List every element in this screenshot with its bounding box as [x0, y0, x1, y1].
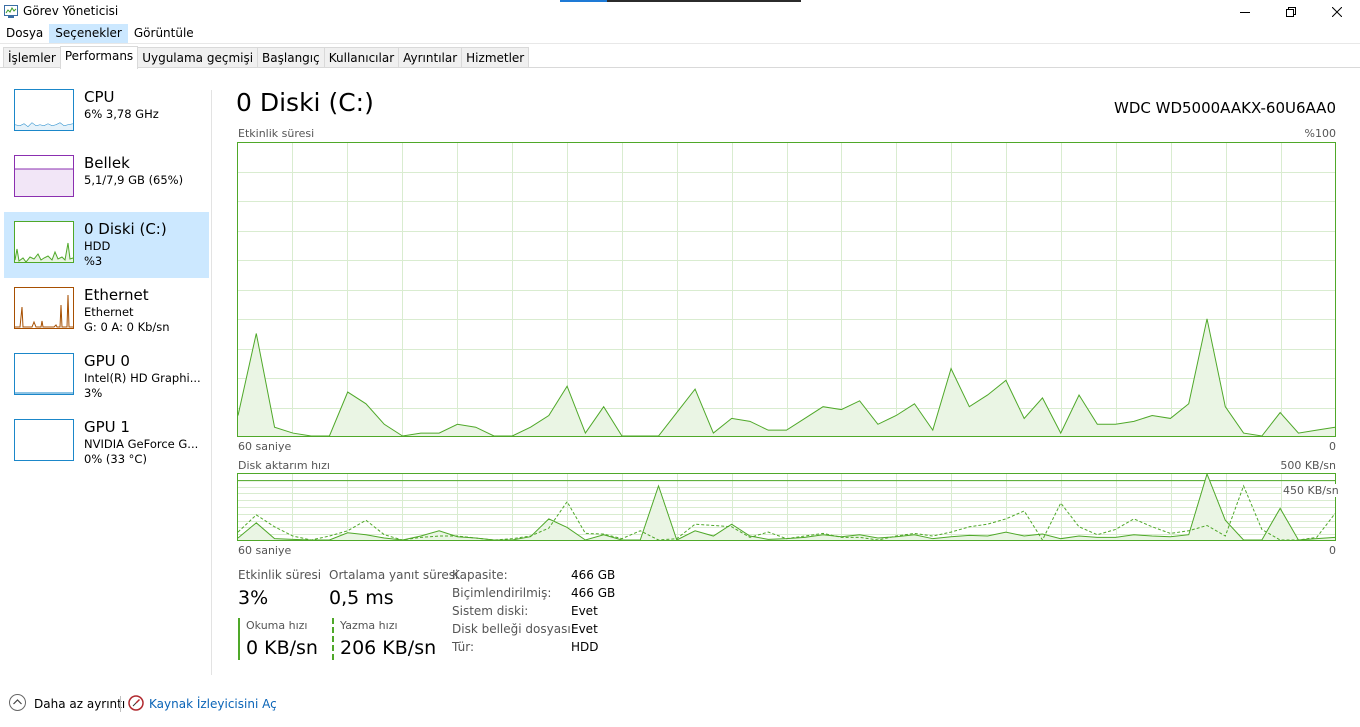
active-time-chart-min: 0	[1329, 440, 1336, 453]
cpu-thumbnail-graph	[14, 89, 74, 131]
write-speed-value: 206 KB/sn	[340, 637, 437, 659]
page-file-value: Evet	[571, 622, 598, 636]
task-manager-icon	[4, 5, 18, 18]
formatted-value: 466 GB	[571, 586, 616, 600]
menu-bar: Dosya Seçenekler Görüntüle	[0, 24, 1360, 44]
transfer-chart-label: Disk aktarım hızı	[238, 459, 330, 472]
restore-icon	[1286, 7, 1296, 17]
tab-strip: İşlemler Performans Uygulama geçmişi Baş…	[3, 46, 530, 69]
sidebar-item-disk-usage: %3	[84, 254, 103, 268]
capacity-label: Kapasite:	[452, 568, 508, 582]
disk-type-value: HDD	[571, 640, 599, 654]
sidebar-item-ethernet-name: Ethernet	[84, 286, 149, 304]
sidebar-item-memory-detail: 5,1/7,9 GB (65%)	[84, 173, 184, 187]
tab-users[interactable]: Kullanıcılar	[323, 47, 400, 68]
sidebar-item-gpu1-usage: 0% (33 °C)	[84, 452, 147, 466]
system-disk-label: Sistem diski:	[452, 604, 529, 618]
write-speed-indicator	[332, 618, 334, 660]
close-button[interactable]	[1314, 0, 1360, 24]
sidebar-item-cpu-detail: 6% 3,78 GHz	[84, 107, 159, 121]
system-disk-value: Evet	[571, 604, 598, 618]
transfer-chart-max: 500 KB/sn	[1280, 459, 1336, 472]
tab-processes[interactable]: İşlemler	[3, 47, 61, 68]
sidebar-item-memory[interactable]: Bellek 5,1/7,9 GB (65%)	[4, 146, 209, 212]
memory-thumbnail-graph	[14, 155, 74, 197]
transfer-chart	[237, 473, 1336, 541]
chevron-up-icon	[13, 699, 22, 705]
active-time-chart-max: %100	[1304, 127, 1336, 140]
sidebar-item-ethernet[interactable]: Ethernet Ethernet G: 0 A: 0 Kb/sn	[4, 278, 209, 344]
transfer-chart-time-span: 60 saniye	[238, 544, 292, 557]
tab-details[interactable]: Ayrıntılar	[398, 47, 463, 68]
write-speed-label: Yazma hızı	[340, 619, 398, 632]
sidebar-item-cpu[interactable]: CPU 6% 3,78 GHz	[4, 80, 209, 146]
menu-options[interactable]: Seçenekler	[49, 24, 128, 43]
disk-thumbnail-graph	[14, 221, 74, 263]
sidebar-item-cpu-name: CPU	[84, 88, 115, 106]
read-speed-value: 0 KB/sn	[246, 637, 318, 659]
disk-type-label: Tür:	[452, 640, 475, 654]
menu-view[interactable]: Görüntüle	[128, 24, 200, 43]
transfer-chart-marker-label: 450 KB/sn	[1282, 484, 1340, 497]
page-title: 0 Diski (C:)	[236, 88, 374, 117]
sidebar-item-ethernet-throughput: G: 0 A: 0 Kb/sn	[84, 320, 170, 334]
tab-services[interactable]: Hizmetler	[461, 47, 530, 68]
tab-performance[interactable]: Performans	[59, 46, 139, 69]
tab-startup[interactable]: Başlangıç	[257, 47, 325, 68]
tab-app-history[interactable]: Uygulama geçmişi	[137, 47, 259, 68]
minimize-icon	[1240, 12, 1250, 13]
sidebar-item-gpu0-model: Intel(R) HD Graphi...	[84, 371, 201, 385]
title-bar: Görev Yöneticisi	[0, 0, 1360, 24]
sidebar-item-gpu0-name: GPU 0	[84, 352, 130, 370]
menu-file[interactable]: Dosya	[0, 24, 49, 43]
menu-divider	[0, 43, 1360, 44]
gpu0-thumbnail-graph	[14, 353, 74, 395]
window-title: Görev Yöneticisi	[23, 4, 119, 18]
sidebar-divider	[211, 90, 212, 675]
footer-divider	[120, 696, 121, 712]
avg-response-value: 0,5 ms	[329, 587, 394, 609]
device-model: WDC WD5000AAKX-60U6AA0	[1114, 99, 1336, 117]
sidebar-item-gpu0[interactable]: GPU 0 Intel(R) HD Graphi... 3%	[4, 344, 209, 410]
footer-bar: Daha az ayrıntı Kaynak İzleyicisini Aç	[0, 690, 1360, 716]
minimize-button[interactable]	[1222, 0, 1268, 24]
active-time-stat-label: Etkinlik süresi	[238, 568, 322, 582]
title-progress-strip	[560, 0, 801, 2]
sidebar-item-gpu0-usage: 3%	[84, 386, 103, 400]
active-time-chart-label: Etkinlik süresi	[238, 127, 315, 140]
page-file-label: Disk belleği dosyası:	[452, 622, 575, 636]
sidebar-item-disk-type: HDD	[84, 239, 111, 253]
capacity-value: 466 GB	[571, 568, 616, 582]
close-icon	[1332, 7, 1342, 17]
maximize-button[interactable]	[1268, 0, 1314, 24]
tabs-divider	[0, 67, 1360, 68]
sidebar-item-memory-name: Bellek	[84, 154, 130, 172]
formatted-label: Biçimlendirilmiş:	[452, 586, 552, 600]
active-time-chart	[237, 142, 1336, 437]
open-resource-monitor-link[interactable]: Kaynak İzleyicisini Aç	[149, 697, 277, 711]
sidebar-item-gpu1-model: NVIDIA GeForce G...	[84, 437, 199, 451]
active-time-chart-time-span: 60 saniye	[238, 440, 292, 453]
fewer-details-link[interactable]: Daha az ayrıntı	[34, 697, 125, 711]
read-speed-label: Okuma hızı	[246, 619, 308, 632]
performance-sidebar: CPU 6% 3,78 GHz Bellek 5,1/7,9 GB (65%) …	[4, 80, 209, 476]
sidebar-item-gpu1[interactable]: GPU 1 NVIDIA GeForce G... 0% (33 °C)	[4, 410, 209, 476]
fewer-details-button[interactable]	[9, 694, 26, 711]
transfer-chart-min: 0	[1329, 544, 1336, 557]
sidebar-item-disk[interactable]: 0 Diski (C:) HDD %3	[4, 212, 209, 278]
ethernet-thumbnail-graph	[14, 287, 74, 329]
resource-monitor-icon	[128, 695, 144, 711]
active-time-stat-value: 3%	[238, 587, 269, 609]
read-speed-indicator	[238, 618, 240, 660]
avg-response-label: Ortalama yanıt süresi	[329, 568, 459, 582]
gpu1-thumbnail-graph	[14, 419, 74, 461]
sidebar-item-ethernet-adapter: Ethernet	[84, 305, 134, 319]
sidebar-item-disk-name: 0 Diski (C:)	[84, 220, 167, 238]
sidebar-item-gpu1-name: GPU 1	[84, 418, 130, 436]
